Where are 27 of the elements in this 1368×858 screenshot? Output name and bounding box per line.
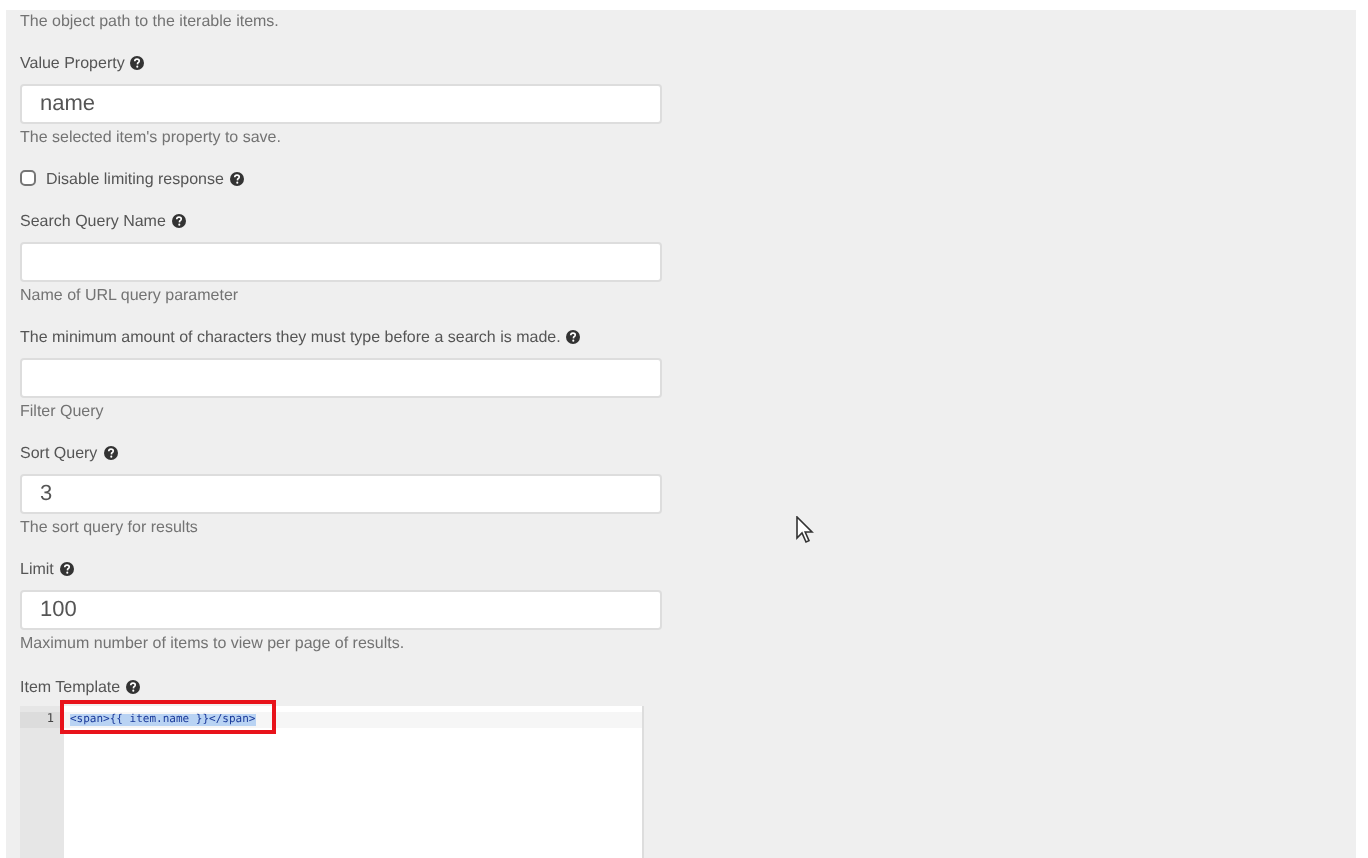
- mouse-pointer-icon: [796, 516, 814, 544]
- field-label: Limit: [20, 560, 54, 578]
- help-text: The sort query for results: [20, 516, 198, 538]
- help-icon[interactable]: [130, 56, 145, 70]
- help-icon[interactable]: [566, 330, 581, 344]
- input-field[interactable]: name: [20, 84, 662, 124]
- field-label: Search Query Name: [20, 212, 166, 230]
- input-field[interactable]: 3: [20, 474, 662, 514]
- help-icon[interactable]: [59, 562, 74, 576]
- input-field[interactable]: [20, 242, 662, 282]
- field-label: Sort Query: [20, 444, 98, 462]
- input-field[interactable]: 100: [20, 590, 662, 630]
- input-field[interactable]: [20, 358, 662, 398]
- checkbox-label: Disable limiting response: [46, 169, 224, 187]
- help-icon[interactable]: [103, 446, 118, 460]
- help-text: The selected item's property to save.: [20, 126, 281, 148]
- help-text: Maximum number of items to view per page of results.: [20, 632, 405, 654]
- help-icon[interactable]: [171, 214, 186, 228]
- field-label: Item Template: [20, 678, 121, 696]
- checkbox[interactable]: [20, 170, 36, 186]
- field-label: Value Property: [20, 54, 125, 72]
- help-icon[interactable]: [126, 680, 141, 694]
- help-text: Name of URL query parameter: [20, 284, 239, 306]
- help-text: Filter Query: [20, 400, 104, 422]
- field-label: The minimum amount of characters they must type before a search is made.: [20, 328, 561, 346]
- help-text: The object path to the iterable items.: [20, 10, 279, 32]
- help-icon[interactable]: [229, 171, 244, 185]
